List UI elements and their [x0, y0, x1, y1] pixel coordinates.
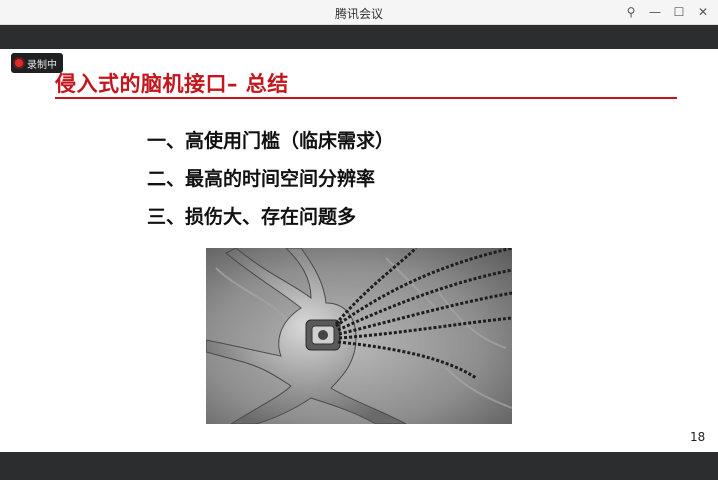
maximize-icon[interactable]: ☐: [670, 3, 688, 21]
window-title: 腾讯会议: [334, 7, 383, 21]
slide-title: 侵入式的脑机接口– 总结: [55, 72, 289, 96]
close-icon[interactable]: ✕: [694, 3, 712, 21]
recording-label: 录制中: [27, 59, 57, 71]
title-divider: [55, 97, 677, 99]
bullet-point: 一、高使用门槛（临床需求）: [147, 130, 395, 152]
slide-page-number: 18: [690, 430, 706, 444]
meeting-top-bar: [0, 25, 718, 49]
recording-indicator[interactable]: 录制中: [11, 53, 63, 73]
bullet-point: 二、最高的时间空间分辨率: [147, 168, 376, 190]
bullet-point: 三、损伤大、存在问题多: [147, 206, 357, 228]
title-bar: 腾讯会议 ⚲ — ☐ ✕: [0, 0, 718, 25]
neuron-electrode-image: [206, 248, 512, 424]
pin-icon[interactable]: ⚲: [622, 3, 640, 21]
bullet-list: 一、高使用门槛（临床需求） 二、最高的时间空间分辨率 三、损伤大、存在问题多: [147, 127, 394, 241]
minimize-icon[interactable]: —: [646, 3, 664, 21]
neuron-illustration: [206, 248, 512, 424]
shared-slide: 侵入式的脑机接口– 总结 一、高使用门槛（临床需求） 二、最高的时间空间分辨率 …: [0, 49, 718, 452]
record-dot-icon: [15, 59, 23, 67]
meeting-bottom-bar: [0, 452, 718, 480]
window-controls: ⚲ — ☐ ✕: [622, 3, 712, 21]
